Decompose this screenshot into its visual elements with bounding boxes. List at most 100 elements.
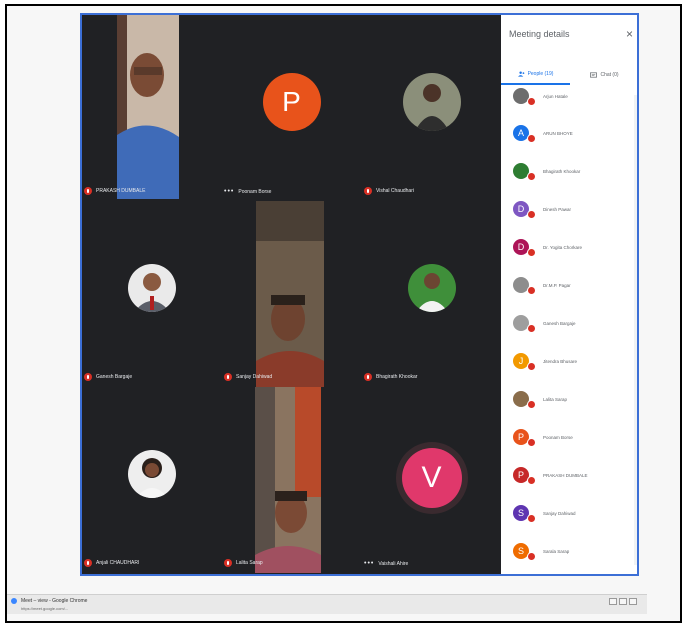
participant-name: PRAKASH DUMBALE	[96, 188, 146, 194]
minimize-button[interactable]	[609, 598, 617, 605]
participant-tile[interactable]: Sanjay Dahiwad	[222, 201, 361, 387]
list-item[interactable]: S Sanjay Dahiwad	[513, 500, 576, 526]
person-name: Bhagirath Khookar	[543, 168, 581, 174]
mic-off-icon	[224, 559, 232, 567]
panel-tabs: People (19) Chat (0)	[501, 65, 637, 85]
mic-off-icon	[84, 373, 92, 381]
tab-people[interactable]: People (19)	[501, 65, 570, 85]
participant-video	[256, 201, 324, 387]
taskbar: Meet – view - Google Chrome https://meet…	[7, 594, 647, 614]
list-item[interactable]: D Dinesh Pawar	[513, 196, 571, 222]
chrome-icon	[11, 598, 17, 604]
mic-off-icon	[527, 552, 536, 561]
avatar	[513, 88, 536, 106]
participant-tile[interactable]: V ••• Vaishali Ahire	[362, 387, 501, 573]
scrollbar[interactable]	[634, 95, 637, 565]
participant-video	[117, 15, 179, 199]
participant-name: Sanjay Dahiwad	[236, 374, 273, 380]
avatar	[513, 391, 536, 409]
list-item[interactable]: Dr.M.P. Pagar	[513, 272, 571, 298]
panel-header: Meeting details ×	[509, 25, 633, 43]
person-name: PRAKASH DUMBALE	[543, 472, 588, 478]
more-options-icon: •••	[224, 188, 235, 195]
list-item[interactable]: Arjun Hatale	[513, 87, 568, 109]
avatar-photo	[407, 264, 456, 312]
avatar: D	[513, 201, 536, 219]
participant-tile[interactable]: Vishal Chaudhari	[362, 15, 501, 201]
meet-window: PRAKASH DUMBALE P ••• Poonam Borse Visha…	[80, 13, 639, 576]
mic-off-icon	[527, 476, 536, 485]
participant-tile[interactable]: Lalita Sarap	[222, 387, 361, 573]
person-name: Jitendra Bhusare	[543, 358, 578, 364]
chat-icon	[590, 72, 598, 78]
window-controls	[609, 598, 637, 605]
list-item[interactable]: S Sarala Sarap	[513, 538, 569, 564]
participant-tile[interactable]: Ganesh Bargaje	[82, 201, 221, 387]
mic-off-icon	[527, 400, 536, 409]
avatar-photo	[127, 450, 176, 498]
avatar	[513, 277, 536, 295]
tab-label: People (19)	[527, 71, 554, 77]
list-item[interactable]: A ARUN BHOYE	[513, 120, 573, 146]
person-name: Dinesh Pawar	[543, 206, 572, 212]
window-title[interactable]: Meet – view - Google Chrome	[21, 598, 87, 604]
participant-name: Bhagirath Khookar	[376, 374, 418, 380]
participant-name-row: PRAKASH DUMBALE	[84, 187, 145, 195]
avatar: D	[513, 239, 536, 257]
person-name: Arjun Hatale	[543, 93, 568, 99]
person-name: Dr. Yogita Chorkare	[543, 244, 583, 250]
list-item[interactable]: P Poonam Borse	[513, 424, 573, 450]
participant-name: Vaishali Ahire	[378, 560, 409, 567]
participant-name-row: Sanjay Dahiwad	[224, 373, 272, 381]
person-name: Poonam Borse	[543, 434, 573, 440]
more-options-icon: •••	[364, 560, 375, 567]
mic-off-icon	[224, 373, 232, 381]
avatar: J	[513, 353, 536, 371]
person-name: ARUN BHOYE	[543, 130, 573, 136]
maximize-button[interactable]	[619, 598, 627, 605]
list-item[interactable]: P PRAKASH DUMBALE	[513, 462, 588, 488]
meeting-details-panel: Meeting details × People (19) Chat (0) A…	[501, 15, 637, 574]
avatar-photo	[402, 73, 461, 131]
participant-tile[interactable]: PRAKASH DUMBALE	[82, 15, 221, 201]
person-name: Sanjay Dahiwad	[543, 510, 576, 516]
avatar: P	[262, 73, 321, 131]
list-item[interactable]: Lalita Sarap	[513, 386, 567, 412]
participant-name-row: ••• Poonam Borse	[224, 188, 271, 195]
mic-off-icon	[84, 559, 92, 567]
mic-off-icon	[527, 286, 536, 295]
panel-title: Meeting details	[509, 29, 570, 39]
list-item[interactable]: Bhagirath Khookar	[513, 158, 580, 184]
mic-off-icon	[527, 172, 536, 181]
list-item[interactable]: Ganesh Bargaje	[513, 310, 576, 336]
people-list: Arjun Hatale A ARUN BHOYE Bhagirath Khoo…	[501, 87, 637, 574]
list-item[interactable]: D Dr. Yogita Chorkare	[513, 234, 582, 260]
person-name: Ganesh Bargaje	[543, 320, 576, 326]
mic-off-icon	[84, 187, 92, 195]
close-button[interactable]	[629, 598, 637, 605]
avatar: S	[513, 543, 536, 561]
participant-name-row: Ganesh Bargaje	[84, 373, 132, 381]
close-icon[interactable]: ×	[626, 27, 633, 41]
participant-tile[interactable]: Anjali CHAUDHARI	[82, 387, 221, 573]
avatar: V	[401, 448, 462, 508]
mic-off-icon	[364, 373, 372, 381]
mic-off-icon	[527, 210, 536, 219]
avatar: S	[513, 505, 536, 523]
participant-name-row: Anjali CHAUDHARI	[84, 559, 139, 567]
window-url: https://meet.google.com/...	[21, 606, 69, 611]
avatar-photo	[127, 264, 176, 312]
mic-off-icon	[527, 324, 536, 333]
participant-name: Lalita Sarap	[236, 560, 263, 566]
avatar: A	[513, 125, 536, 143]
mic-off-icon	[527, 514, 536, 523]
person-name: Lalita Sarap	[543, 396, 568, 402]
participant-name-row: Vishal Chaudhari	[364, 187, 414, 195]
participant-tile[interactable]: P ••• Poonam Borse	[222, 15, 361, 201]
list-item[interactable]: J Jitendra Bhusare	[513, 348, 577, 374]
avatar: P	[513, 467, 536, 485]
participant-tile[interactable]: Bhagirath Khookar	[362, 201, 501, 387]
participant-name-row: Lalita Sarap	[224, 559, 263, 567]
tab-chat[interactable]: Chat (0)	[570, 65, 637, 85]
video-stage: PRAKASH DUMBALE P ••• Poonam Borse Visha…	[82, 15, 501, 574]
